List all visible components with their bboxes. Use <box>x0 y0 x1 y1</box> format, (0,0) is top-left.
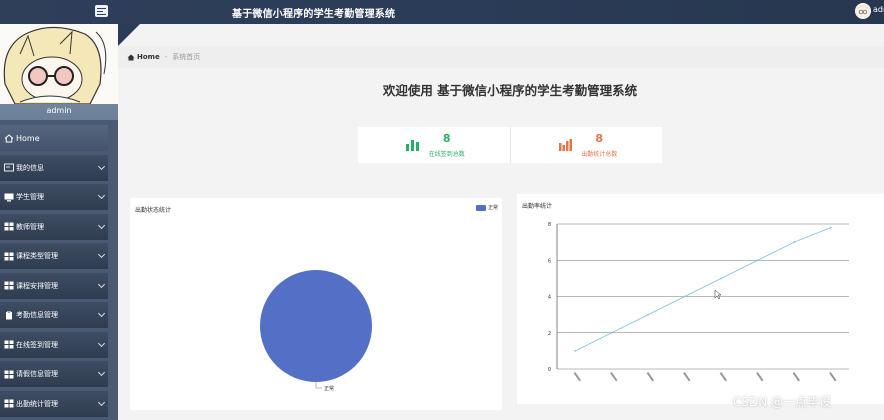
chevron-down-icon <box>97 398 106 406</box>
profile-panel: admin <box>0 24 118 120</box>
sidebar-item-label: 我的信息 <box>16 163 44 172</box>
sidebar-item-label: 课程类型管理 <box>16 252 58 260</box>
line-chart[interactable]: 0 2 4 6 8 <box>517 194 884 404</box>
line-point[interactable] <box>756 259 759 262</box>
home-icon <box>4 133 14 143</box>
chevron-down-icon <box>97 280 106 288</box>
line-point[interactable] <box>720 277 723 280</box>
sidebar-item-label: 考勤信息管理 <box>16 311 58 319</box>
breadcrumb-current: 系统首页 <box>172 53 201 61</box>
sidebar-item-home[interactable]: Home <box>0 125 108 151</box>
sidebar-item-my-info[interactable]: 我的信息 <box>0 154 108 181</box>
line-series[interactable] <box>575 227 831 352</box>
app-title: 基于微信小程序的学生考勤管理系统 <box>232 9 396 20</box>
pie-chart[interactable]: 正常 <box>130 198 502 410</box>
stats-cards: 8 在线签到总数 8 出勤统计总数 <box>358 127 662 163</box>
sidebar-item-label: 学生管理 <box>16 193 44 201</box>
content-corner <box>118 24 140 46</box>
sidebar-item-label: 出勤统计管理 <box>16 399 58 408</box>
profile-name: admin <box>46 106 72 115</box>
y-tick-label: 0 <box>548 367 551 373</box>
x-tick-label <box>573 372 581 382</box>
chevron-down-icon <box>97 309 106 318</box>
x-tick-label <box>792 372 800 382</box>
y-tick-label: 2 <box>548 331 551 337</box>
stat-card-attendance: 8 出勤统计总数 <box>509 127 663 163</box>
welcome-heading: 欢迎使用 基于微信小程序的学生考勤管理系统 <box>382 83 638 98</box>
stat-value: 8 <box>595 132 604 145</box>
top-bar: 基于微信小程序的学生考勤管理系统 admin <box>0 0 884 24</box>
x-tick-label <box>683 372 691 382</box>
sidebar-item-label: 教师管理 <box>16 222 44 231</box>
x-tick-label <box>719 372 727 382</box>
stat-label: 出勤统计总数 <box>581 151 618 158</box>
grid-icon <box>4 340 14 349</box>
sidebar-item-course-schedule[interactable]: 课程安排管理 <box>0 272 108 299</box>
pie-label-line <box>315 382 322 389</box>
grid-icon <box>4 281 14 290</box>
stat-value: 8 <box>442 132 451 145</box>
grid-icon <box>4 252 14 261</box>
line-point[interactable] <box>647 313 650 316</box>
sidebar-item-attendance-stats[interactable]: 出勤统计管理 <box>0 390 108 417</box>
pie-slice[interactable] <box>260 270 372 382</box>
id-card-icon <box>4 163 14 172</box>
chevron-down-icon <box>97 339 106 347</box>
sidebar-item-students[interactable]: 学生管理 <box>0 184 108 210</box>
x-tick-label <box>646 372 654 382</box>
attendance-status-panel: 出勤状态统计 正常 正常 <box>130 198 502 410</box>
chevron-down-icon <box>97 250 106 259</box>
x-tick-label <box>756 372 764 382</box>
x-tick-label <box>610 372 618 382</box>
chevron-down-icon <box>97 162 106 170</box>
line-point[interactable] <box>574 349 577 352</box>
pie-slice-label: 正常 <box>324 385 334 392</box>
sidebar-item-label: 课程安排管理 <box>16 281 58 290</box>
grid-icon <box>4 370 14 379</box>
monitor-icon <box>4 193 14 202</box>
grid-icon <box>4 222 14 231</box>
sidebar: admin Home 我的信息 学生管理 教师管理 课程类型管理 课程安排管理 … <box>0 24 118 420</box>
menu-toggle-icon[interactable] <box>95 5 108 17</box>
sidebar-item-label: 在线签到管理 <box>16 340 58 349</box>
attendance-rate-panel: 出勤率统计 02468 <box>517 194 884 404</box>
line-point[interactable] <box>610 331 613 334</box>
line-point[interactable] <box>793 241 796 244</box>
sidebar-item-leave-info[interactable]: 请假信息管理 <box>0 361 108 387</box>
breadcrumb-separator: - <box>164 53 168 61</box>
user-avatar-small[interactable] <box>855 3 871 19</box>
grid-icon <box>4 399 14 408</box>
sidebar-item-course-types[interactable]: 课程类型管理 <box>0 243 108 269</box>
user-name[interactable]: admin <box>873 5 884 14</box>
breadcrumb-home[interactable]: Home <box>127 53 160 61</box>
breadcrumb-home-label: Home <box>137 53 160 61</box>
breadcrumb: Home - 系统首页 <box>118 46 884 68</box>
sidebar-item-attendance-info[interactable]: 考勤信息管理 <box>0 302 108 328</box>
sidebar-item-label: 请假信息管理 <box>16 370 58 378</box>
chevron-down-icon <box>97 191 106 200</box>
profile-avatar <box>0 24 118 104</box>
home-icon <box>127 54 135 60</box>
x-tick-label <box>829 372 837 382</box>
chevron-down-icon <box>97 221 106 229</box>
chevron-down-icon <box>97 368 106 377</box>
stat-label: 在线签到总数 <box>428 151 465 158</box>
clipboard-icon <box>4 310 14 320</box>
line-point[interactable] <box>829 226 832 229</box>
y-tick-label: 4 <box>548 295 551 301</box>
line-point[interactable] <box>683 295 686 298</box>
y-tick-label: 8 <box>548 222 551 228</box>
mouse-cursor <box>714 289 722 300</box>
y-tick-label: 6 <box>548 258 551 264</box>
stat-card-checkins: 8 在线签到总数 <box>358 127 510 163</box>
sidebar-nav: Home 我的信息 学生管理 教师管理 课程类型管理 课程安排管理 考勤信息管理… <box>0 125 108 420</box>
sidebar-item-online-checkin[interactable]: 在线签到管理 <box>0 331 108 358</box>
sidebar-item-label: Home <box>16 133 40 143</box>
sidebar-item-teachers[interactable]: 教师管理 <box>0 213 108 240</box>
watermark: CSDN @一点毕设 <box>733 395 832 409</box>
